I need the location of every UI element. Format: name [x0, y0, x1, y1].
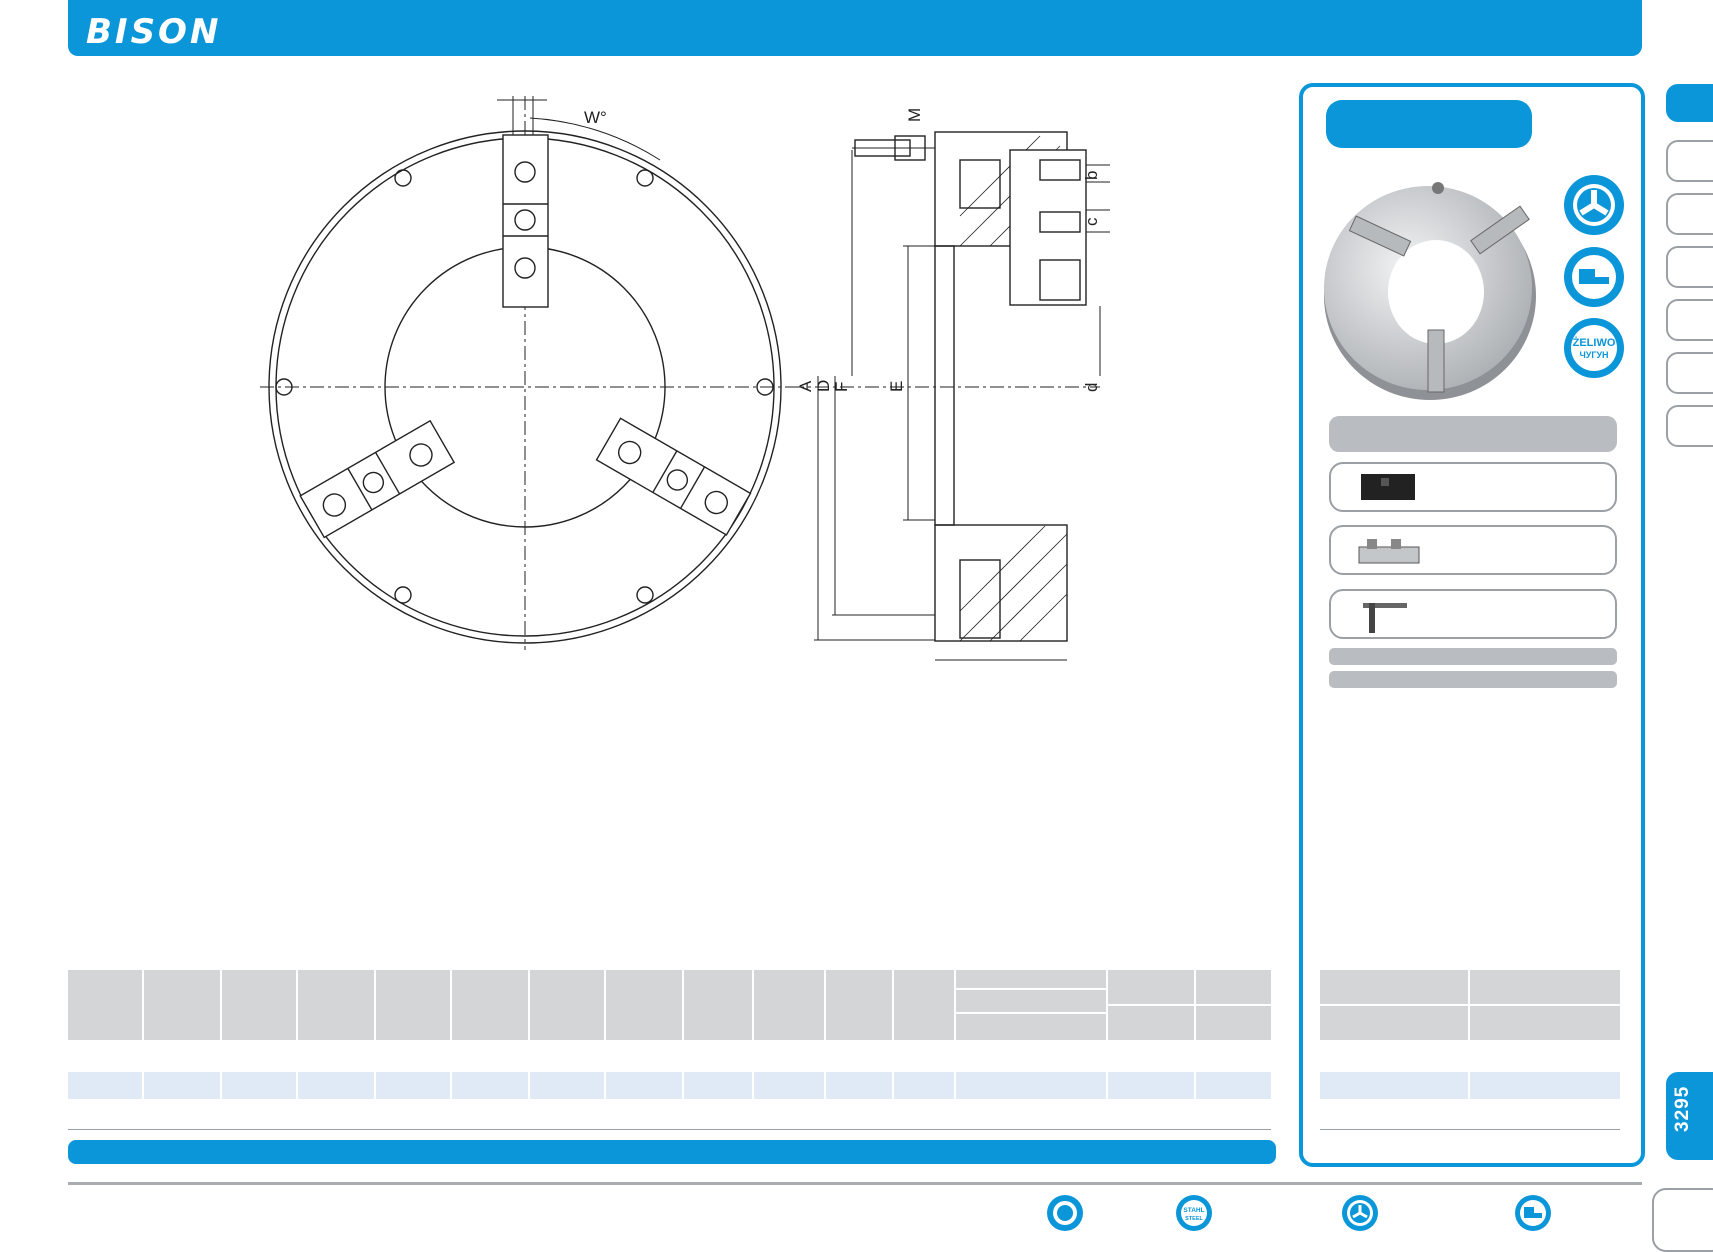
table-header-cell — [1320, 1006, 1468, 1040]
table-cell — [956, 1072, 1106, 1099]
dim-label-c: c — [1082, 217, 1101, 226]
side-tab[interactable] — [1666, 352, 1713, 394]
product-photo — [1324, 182, 1536, 400]
dim-label-E: E — [887, 381, 906, 392]
table-cell — [452, 1072, 528, 1099]
table-header-cell — [956, 970, 1106, 988]
table-header-cell — [606, 970, 682, 1040]
table-header-cell — [684, 970, 752, 1040]
stahl-text: STAHL — [1183, 1207, 1204, 1214]
steel-text: STEEL — [1185, 1216, 1203, 1222]
side-tab[interactable] — [1666, 140, 1713, 182]
dim-label-F: F — [832, 382, 851, 392]
stahl-steel-badge-icon: STAHL STEEL — [1176, 1195, 1212, 1231]
table-header-cell — [1470, 970, 1620, 1004]
panel-strip — [1329, 671, 1617, 688]
table-cell — [376, 1072, 450, 1099]
table-header-cell — [956, 1014, 1106, 1040]
table-cell — [894, 1072, 954, 1099]
table-header-cell — [298, 970, 374, 1040]
table-divider — [1320, 1129, 1620, 1130]
side-tab-bottom[interactable] — [1652, 1188, 1713, 1252]
side-tab[interactable] — [1666, 405, 1713, 447]
top-jaw-icon — [1358, 539, 1420, 564]
material-text-pl: ŻELIWO — [1573, 336, 1616, 349]
panel-strip — [1329, 648, 1617, 665]
table-header-cell — [826, 970, 892, 1040]
dim-label-A: A — [796, 380, 815, 392]
table-cell — [684, 1072, 752, 1099]
accessory-soft-jaws[interactable] — [1329, 462, 1617, 512]
technical-drawing: W° A D F E M b c d — [260, 96, 1110, 661]
table-header-cell — [956, 990, 1106, 1012]
jaw-badge-icon — [1515, 1195, 1551, 1231]
table-cell — [298, 1072, 374, 1099]
chuck-badge-icon — [1342, 1195, 1378, 1231]
footnote-bar — [68, 1140, 1276, 1164]
table-cell — [144, 1072, 220, 1099]
table-cell — [68, 1072, 142, 1099]
panel-title-pill — [1326, 100, 1532, 148]
table-cell — [1196, 1072, 1271, 1099]
table-divider — [68, 1129, 1271, 1130]
table-header-cell — [1108, 970, 1194, 1004]
front-view — [260, 96, 790, 650]
table-header-cell — [144, 970, 220, 1040]
soft-jaw-icon — [1361, 474, 1415, 500]
table-header-cell — [376, 970, 450, 1040]
table-cell — [530, 1072, 604, 1099]
table-header-cell — [1196, 970, 1271, 1004]
dim-label-D: D — [814, 380, 833, 392]
side-tab-active[interactable] — [1666, 84, 1713, 122]
table-cell — [754, 1072, 824, 1099]
table-cell — [826, 1072, 892, 1099]
table-cell — [222, 1072, 296, 1099]
table-cell — [1320, 1072, 1468, 1099]
table-header-cell — [68, 970, 142, 1040]
accessory-chuck-key[interactable] — [1329, 589, 1617, 639]
t-key-icon — [1363, 603, 1407, 633]
footer-divider — [68, 1182, 1642, 1185]
side-tab[interactable] — [1666, 193, 1713, 235]
dim-label-b: b — [1082, 171, 1101, 180]
jaw-type-badge — [1564, 247, 1624, 307]
page-number-tab[interactable]: 3295 — [1666, 1072, 1713, 1160]
dim-label-M: M — [905, 108, 924, 122]
side-tab[interactable] — [1666, 299, 1713, 341]
table-header-cell — [754, 970, 824, 1040]
material-text-ru: ЧУГУН — [1579, 350, 1608, 360]
table-header-cell — [894, 970, 954, 1040]
side-tab[interactable] — [1666, 246, 1713, 288]
table-cell — [1108, 1072, 1194, 1099]
table-cell — [1470, 1072, 1620, 1099]
page-number: 3295 — [1672, 1085, 1693, 1132]
angle-label: W° — [584, 108, 607, 127]
table-header-cell — [530, 970, 604, 1040]
material-badge: ŻELIWO ЧУГУН — [1564, 318, 1624, 378]
dim-label-d: d — [1082, 383, 1101, 392]
gear-badge-icon — [1047, 1195, 1083, 1231]
table-cell — [606, 1072, 682, 1099]
table-header-cell — [452, 970, 528, 1040]
scroll-chuck-badge — [1564, 175, 1624, 235]
table-header-cell — [1470, 1006, 1620, 1040]
table-header-cell — [222, 970, 296, 1040]
table-header-cell — [1108, 1006, 1194, 1040]
side-view — [790, 131, 1110, 661]
table-header-cell — [1320, 970, 1468, 1004]
table-header-cell — [1196, 1006, 1271, 1040]
accessories-header — [1329, 416, 1617, 452]
accessory-top-jaws[interactable] — [1329, 525, 1617, 575]
